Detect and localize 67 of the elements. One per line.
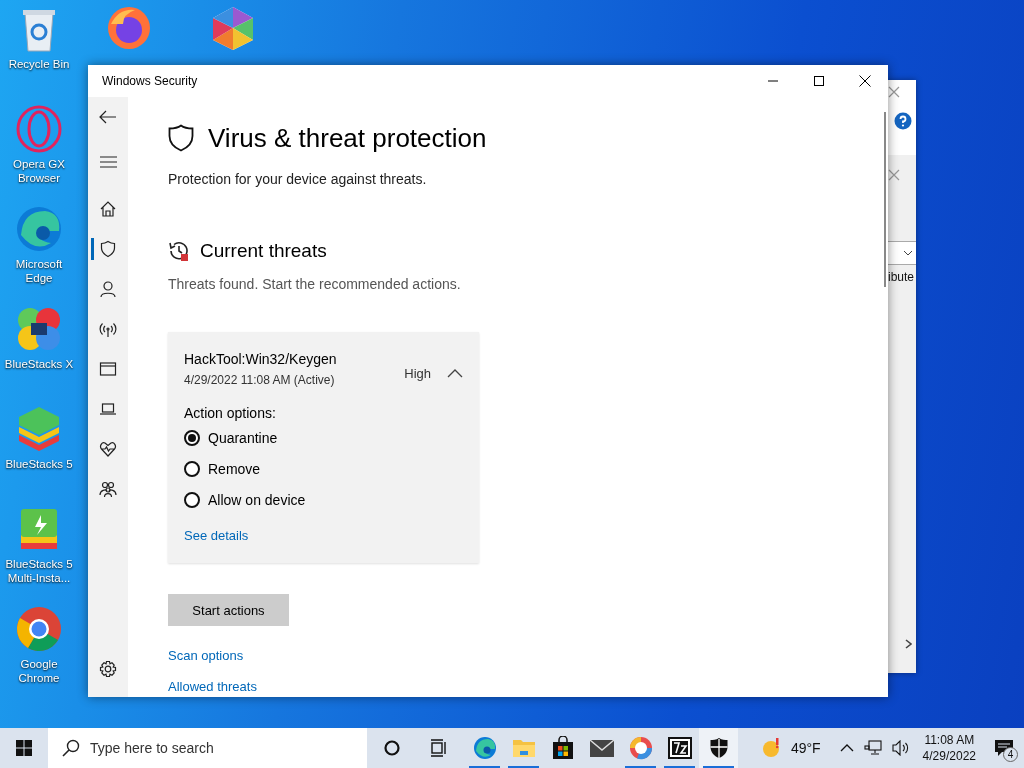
- page-description: Protection for your device against threats.: [168, 170, 427, 188]
- radio-button[interactable]: [184, 461, 200, 477]
- desktop-icon-label[interactable]: BlueStacks 5 Multi-Insta...: [1, 557, 77, 585]
- scrollbar[interactable]: [884, 112, 886, 287]
- threat-history-icon: [168, 240, 190, 262]
- option-label[interactable]: Remove: [208, 461, 261, 477]
- column-header: ibute: [887, 270, 916, 284]
- store-bag-icon: [550, 736, 575, 760]
- task-view-icon: [429, 739, 448, 757]
- opera-icon: [15, 105, 63, 153]
- close-icon: [859, 75, 871, 87]
- options-label: Action options:: [184, 404, 277, 422]
- shield-icon: [708, 737, 729, 759]
- option-label[interactable]: Quarantine: [208, 429, 278, 446]
- cortana-icon: [383, 739, 401, 757]
- firefox-icon: [105, 4, 153, 52]
- severity-label: High: [404, 365, 431, 381]
- mail-icon: [588, 738, 615, 758]
- close-icon[interactable]: [888, 86, 900, 98]
- heart-pulse-icon: [99, 440, 117, 458]
- option-label[interactable]: Allow on device: [208, 492, 306, 509]
- notifications-button[interactable]: 4: [984, 728, 1024, 768]
- browser-icon: [628, 736, 653, 760]
- windows-logo-icon: [16, 740, 32, 756]
- details-link[interactable]: See details: [184, 527, 249, 545]
- search-icon: [62, 739, 80, 757]
- radio-button[interactable]: [184, 492, 200, 509]
- shield-icon: [99, 240, 117, 258]
- desktop-icon-label[interactable]: BlueStacks X: [1, 357, 77, 371]
- chevron-down-icon[interactable]: [903, 250, 913, 256]
- browser-window-icon: [99, 360, 117, 378]
- chrome-icon: [15, 605, 63, 653]
- taskbar-app[interactable]: [699, 728, 738, 768]
- person-icon: [99, 280, 117, 298]
- search-field[interactable]: Type here to search: [48, 728, 367, 768]
- settings-link[interactable]: Allowed threats: [168, 678, 257, 696]
- shield-icon: [168, 124, 194, 152]
- page-heading: Virus & threat protection: [208, 122, 487, 154]
- home-icon: [99, 200, 117, 218]
- scroll-right-icon[interactable]: [905, 639, 912, 649]
- bluestacks-x-icon: [15, 305, 63, 353]
- settings-link[interactable]: Scan options: [168, 647, 244, 665]
- section-heading: Current threats: [200, 240, 327, 262]
- back-arrow-icon: [99, 110, 117, 124]
- gear-icon: [99, 660, 117, 678]
- laptop-icon: [99, 400, 117, 418]
- help-icon[interactable]: [894, 112, 912, 130]
- chevron-up-icon[interactable]: [447, 368, 463, 378]
- desktop-icon-label[interactable]: BlueStacks 5: [1, 457, 77, 471]
- window-title: Windows Security: [101, 74, 198, 88]
- threat-name: HackTool:Win32/Keygen: [184, 350, 337, 368]
- family-icon: [99, 480, 117, 498]
- radio-button[interactable]: [184, 429, 200, 446]
- weather-widget[interactable]: 49°F: [760, 737, 821, 759]
- edge-icon: [472, 736, 497, 760]
- archive-app-icon: [667, 737, 692, 759]
- start-actions-button[interactable]: Start actions: [168, 594, 289, 626]
- section-description: Threats found. Start the recommended actions.: [168, 275, 461, 293]
- desktop-icon-label[interactable]: Google Chrome: [1, 657, 77, 685]
- edge-icon: [15, 205, 63, 253]
- threat-date: 4/29/2022 11:08 AM (Active): [184, 372, 336, 388]
- close-icon[interactable]: [888, 169, 900, 181]
- maximize-icon: [814, 76, 824, 86]
- clock[interactable]: 11:08 AM 4/29/2022: [914, 732, 984, 764]
- folder-icon: [511, 737, 536, 759]
- wireless-icon: [99, 320, 117, 338]
- menu-icon: [99, 156, 117, 168]
